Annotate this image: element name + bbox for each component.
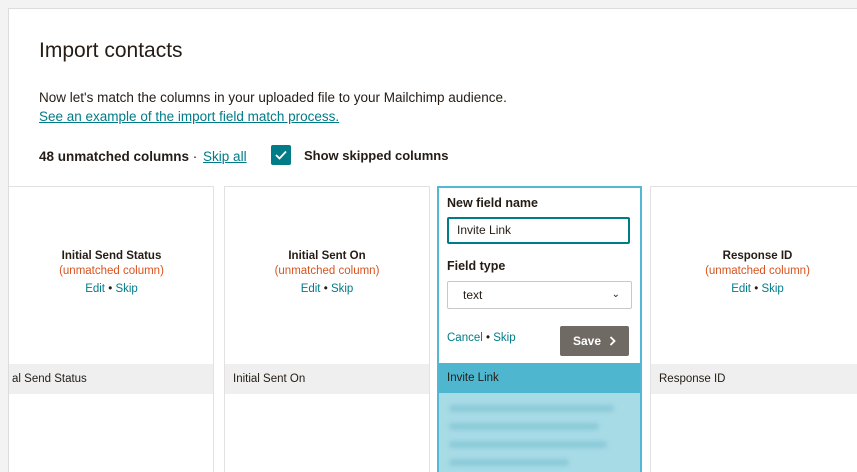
column-status: (unmatched column) bbox=[274, 265, 380, 277]
column-name: Initial Send Status bbox=[61, 250, 162, 262]
link-separator: • bbox=[751, 283, 762, 295]
blurred-sample-data bbox=[439, 393, 640, 472]
save-button[interactable]: Save bbox=[560, 326, 629, 356]
show-skipped-label: Show skipped columns bbox=[304, 147, 449, 163]
sample-row: al Send Status bbox=[9, 364, 213, 394]
skip-all-link[interactable]: Skip all bbox=[203, 149, 247, 164]
new-field-name-label: New field name bbox=[447, 196, 538, 210]
field-type-label: Field type bbox=[447, 259, 506, 273]
skip-link[interactable]: Skip bbox=[761, 283, 783, 295]
column-status: (unmatched column) bbox=[705, 265, 810, 277]
save-label: Save bbox=[572, 334, 602, 348]
import-panel: Import contacts Now let's match the colu… bbox=[8, 8, 857, 472]
chevron-right-icon bbox=[609, 336, 616, 346]
skip-link[interactable]: Skip bbox=[115, 283, 137, 295]
summary-separator: · bbox=[189, 149, 202, 164]
field-type-value: text bbox=[463, 288, 483, 302]
link-separator: • bbox=[320, 283, 331, 295]
field-type-select[interactable]: text ⌄ bbox=[447, 281, 632, 309]
edit-link[interactable]: Edit bbox=[731, 283, 751, 295]
skip-link[interactable]: Skip bbox=[331, 283, 353, 295]
intro-text: Now let's match the columns in your uplo… bbox=[39, 90, 507, 105]
show-skipped-toggle[interactable]: Show skipped columns bbox=[271, 145, 448, 165]
skip-link[interactable]: Skip bbox=[493, 332, 515, 344]
cancel-link[interactable]: Cancel bbox=[447, 332, 483, 344]
unmatched-count: 48 unmatched columns bbox=[39, 149, 190, 164]
edit-link[interactable]: Edit bbox=[85, 283, 105, 295]
sample-row-highlighted: Invite Link bbox=[439, 363, 640, 393]
link-separator: • bbox=[482, 332, 494, 344]
unmatched-summary: 48 unmatched columns · Skip all bbox=[39, 149, 247, 164]
sample-row: Response ID bbox=[651, 364, 857, 394]
column-status: (unmatched column) bbox=[59, 265, 164, 277]
show-skipped-checkbox[interactable] bbox=[271, 145, 291, 165]
column-name: Initial Sent On bbox=[288, 250, 366, 262]
column-card-initial-sent-on: Initial Sent On (unmatched column) Edit … bbox=[224, 186, 430, 472]
page-title: Import contacts bbox=[39, 39, 183, 62]
sample-row: Initial Sent On bbox=[225, 364, 429, 394]
edit-link[interactable]: Edit bbox=[301, 283, 321, 295]
column-card-response-id: Response ID (unmatched column) Edit • Sk… bbox=[650, 186, 857, 472]
new-field-name-input[interactable]: Invite Link bbox=[447, 217, 630, 244]
column-card-editing: New field name Invite Link Field type te… bbox=[437, 186, 642, 472]
check-icon bbox=[275, 150, 287, 160]
chevron-down-icon: ⌄ bbox=[611, 289, 620, 300]
column-name: Response ID bbox=[722, 250, 793, 262]
column-card-initial-send-status: Initial Send Status (unmatched column) E… bbox=[9, 186, 214, 472]
link-separator: • bbox=[105, 283, 116, 295]
example-link[interactable]: See an example of the import field match… bbox=[39, 109, 339, 124]
